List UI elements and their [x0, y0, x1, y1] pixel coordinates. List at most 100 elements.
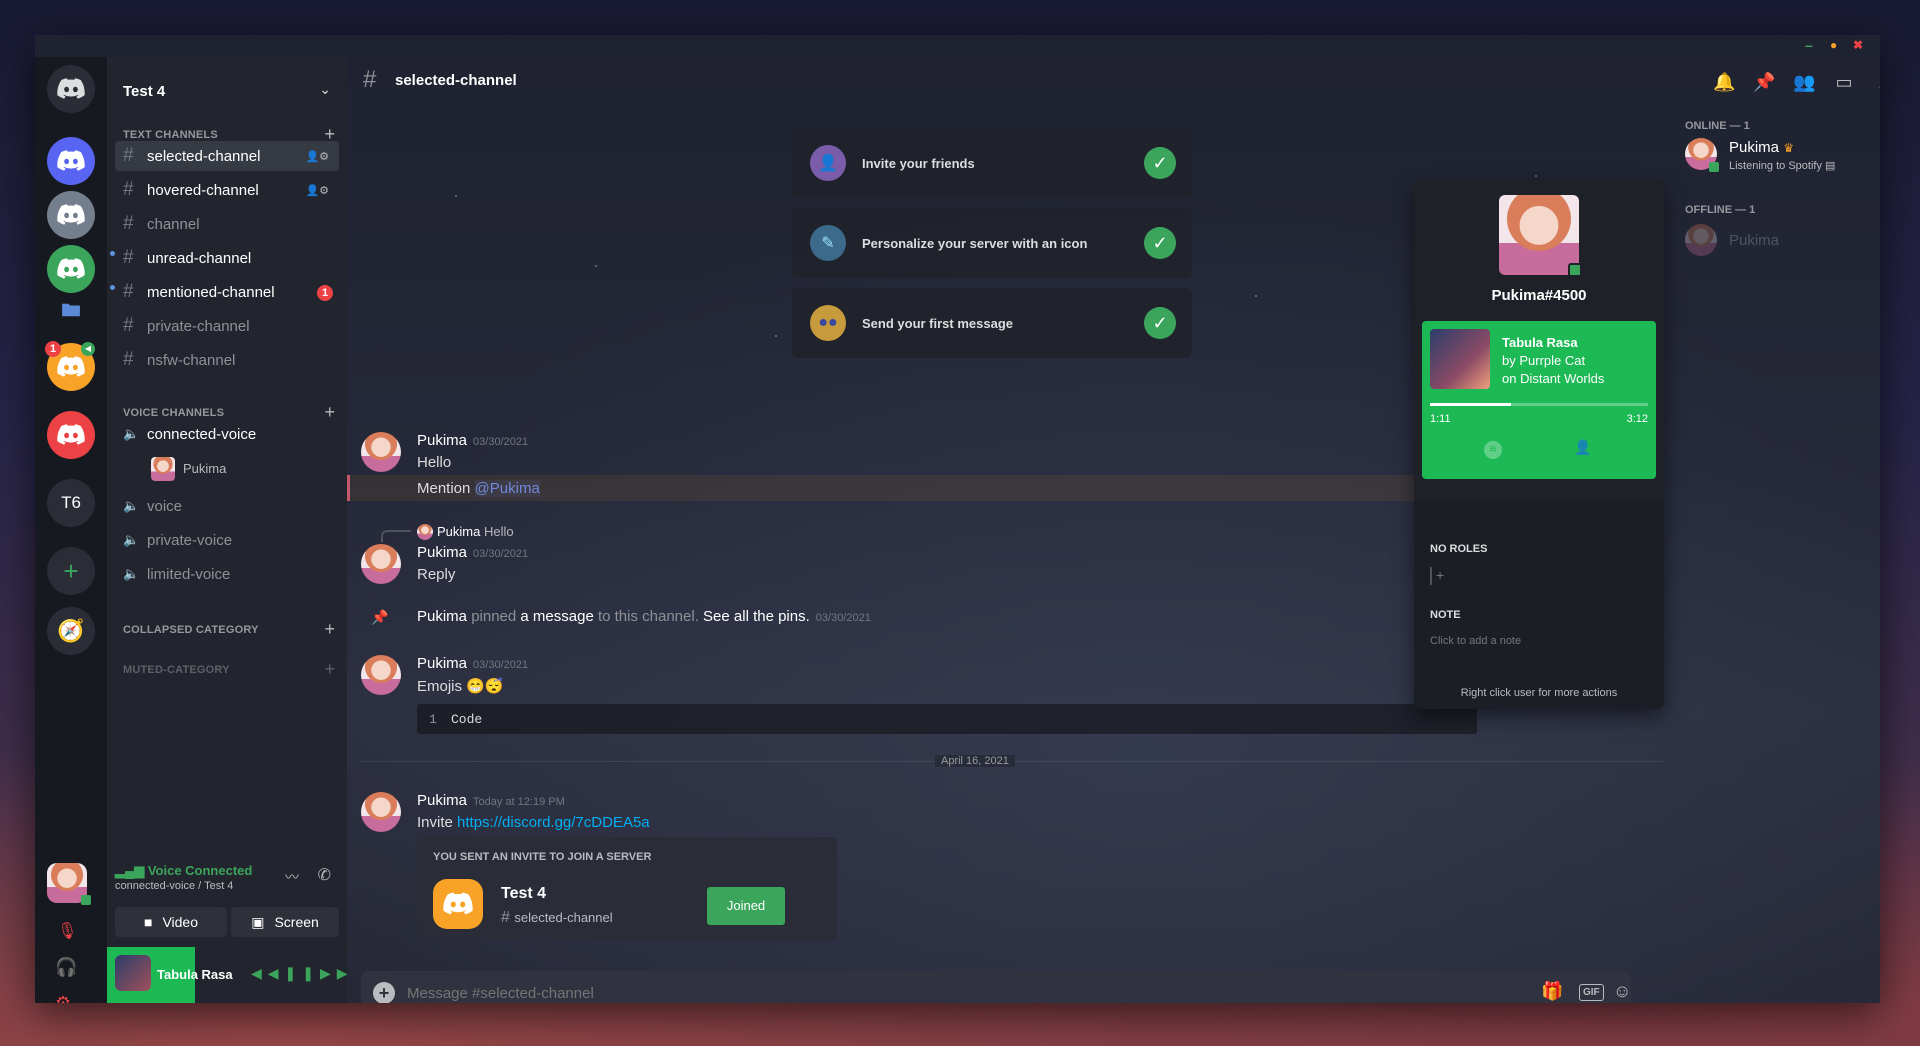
category-text-channels[interactable]: TEXT CHANNELS	[123, 129, 218, 141]
avatar[interactable]	[361, 544, 401, 584]
invite-server-icon[interactable]	[433, 879, 483, 929]
member-avatar[interactable]	[1685, 224, 1717, 256]
hash-icon: #	[123, 213, 134, 234]
message-author[interactable]: Pukima 03/30/2021	[417, 544, 528, 561]
explore-servers-button[interactable]: 🧭	[47, 607, 95, 655]
server-icon-1[interactable]	[47, 137, 95, 185]
voice-user-name[interactable]: Pukima	[183, 461, 226, 476]
category-muted[interactable]: MUTED-CATEGORY	[123, 664, 230, 676]
discord-logo-icon	[57, 258, 85, 279]
microphone-icon[interactable]: 🎙	[57, 921, 77, 941]
invite-settings-icons[interactable]: 👤⚙	[305, 184, 329, 197]
welcome-card-personalize[interactable]: ✎ Personalize your server with an icon ✓	[792, 208, 1192, 278]
spotify-elapsed: 1:11	[1430, 413, 1451, 425]
mention-badge: 1	[317, 285, 333, 301]
headphones-icon[interactable]: 🎧	[55, 957, 77, 978]
status-indicator	[81, 895, 91, 905]
spotify-track[interactable]: Tabula Rasa	[1502, 335, 1578, 350]
category-voice-channels[interactable]: VOICE CHANNELS	[123, 407, 224, 419]
close-button[interactable]: ✖	[1853, 38, 1863, 52]
bell-icon[interactable]: 🔔	[1713, 71, 1735, 93]
avatar[interactable]	[361, 432, 401, 472]
paintbrush-icon: ✎	[810, 225, 846, 261]
welcome-card-message[interactable]: ●● Send your first message ✓	[792, 288, 1192, 358]
grinning-emoji-icon[interactable]: 😁	[466, 678, 485, 695]
noise-suppression-icon[interactable]: 〰	[285, 867, 299, 887]
user-mention[interactable]: @Pukima	[474, 480, 540, 497]
disconnect-call-icon[interactable]: ✆	[318, 865, 331, 885]
channel-nsfw[interactable]: # nsfw-channel	[123, 345, 333, 375]
attach-plus-icon[interactable]: +	[373, 982, 395, 1003]
voice-connected-subtitle[interactable]: connected-voice / Test 4	[115, 880, 233, 892]
signal-icon: ▂▄▆	[115, 863, 148, 878]
add-channel-plus-icon[interactable]: +	[324, 660, 335, 678]
member-name[interactable]: Pukima ♛	[1729, 139, 1794, 156]
message-input[interactable]	[407, 971, 1487, 1003]
server-icon-2[interactable]	[47, 191, 95, 239]
server-folder[interactable]	[59, 301, 83, 319]
server-icon-t6[interactable]: T6	[47, 479, 95, 527]
message-author[interactable]: Pukima 03/30/2021	[417, 655, 528, 672]
settings-gear-icon[interactable]: ⚙	[55, 993, 71, 1003]
spotify-album[interactable]: on Distant Worlds	[1502, 371, 1604, 386]
server-icon-3[interactable]	[47, 245, 95, 293]
server-icon-5[interactable]	[47, 411, 95, 459]
welcome-card-invite[interactable]: 👤 Invite your friends ✓	[792, 128, 1192, 198]
channel-selected[interactable]: # selected-channel 👤⚙	[115, 141, 339, 171]
message-author[interactable]: Pukima Today at 12:19 PM	[417, 792, 565, 809]
screen-share-button[interactable]: ▣ Screen	[231, 907, 339, 937]
voice-channel-private[interactable]: 🔈 private-voice	[123, 525, 333, 555]
voice-channel[interactable]: 🔈 voice	[123, 491, 333, 521]
home-button[interactable]	[47, 65, 95, 113]
invite-link[interactable]: https://discord.gg/7cDDEA5a	[457, 814, 650, 831]
message-text: Emojis 😁😴	[417, 678, 504, 695]
category-collapsed[interactable]: COLLAPSED CATEGORY	[123, 624, 259, 636]
spotify-artist[interactable]: by Purrple Cat	[1502, 353, 1585, 368]
reply-preview[interactable]: Pukima Hello	[437, 524, 514, 539]
gift-icon[interactable]: 🎁	[1541, 981, 1563, 1002]
spotify-icon[interactable]: ≋	[1484, 441, 1502, 459]
profile-avatar[interactable]	[1499, 195, 1579, 275]
reply-avatar	[417, 524, 433, 540]
add-role-plus-icon[interactable]: +	[1436, 567, 1444, 583]
invite-server-name[interactable]: Test 4	[501, 885, 546, 903]
previous-track-icon[interactable]: ◀◀	[251, 965, 285, 981]
voice-channel-connected[interactable]: 🔈 connected-voice	[123, 419, 333, 449]
note-input[interactable]: Click to add a note	[1430, 635, 1521, 647]
avatar[interactable]	[361, 655, 401, 695]
pin-icon[interactable]: 📌	[1753, 71, 1775, 93]
listen-along-icon[interactable]: 👤	[1574, 439, 1591, 456]
inbox-icon[interactable]: ▭	[1833, 71, 1855, 93]
album-art[interactable]	[115, 955, 151, 991]
gif-button[interactable]: GIF	[1579, 984, 1604, 1001]
add-channel-plus-icon[interactable]: +	[324, 620, 335, 638]
maximize-button[interactable]: ●	[1830, 38, 1837, 52]
channel-private[interactable]: # private-channel	[123, 311, 333, 341]
members-icon[interactable]: 👥	[1793, 71, 1815, 93]
pause-icon[interactable]: ❚❚	[285, 965, 320, 981]
compass-icon: 🧭	[57, 618, 85, 643]
video-button[interactable]: ■ Video	[115, 907, 227, 937]
server-mention-badge: 1	[45, 341, 61, 357]
joined-button[interactable]: Joined	[707, 887, 785, 925]
avatar[interactable]	[361, 792, 401, 832]
sleepy-emoji-icon[interactable]: 😴	[485, 678, 504, 695]
member-name-offline[interactable]: Pukima	[1729, 232, 1779, 249]
channel-hovered[interactable]: # hovered-channel 👤⚙	[115, 175, 339, 205]
add-channel-plus-icon[interactable]: +	[324, 125, 335, 143]
search-icon[interactable]: ⌕	[1873, 71, 1880, 93]
add-server-button[interactable]: +	[47, 547, 95, 595]
channel-plain[interactable]: # channel	[123, 209, 333, 239]
guild-name[interactable]: Test 4	[123, 83, 165, 100]
profile-username[interactable]: Pukima#4500	[1414, 287, 1664, 304]
emoji-picker-icon[interactable]: ☺	[1613, 981, 1631, 1002]
invite-settings-icons[interactable]: 👤⚙	[305, 150, 329, 163]
channel-unread[interactable]: # unread-channel	[123, 243, 333, 273]
message-author[interactable]: Pukima 03/30/2021	[417, 432, 528, 449]
voice-channel-limited[interactable]: 🔈 limited-voice	[123, 559, 333, 589]
minimize-button[interactable]: –	[1805, 38, 1813, 52]
album-art[interactable]	[1430, 329, 1490, 389]
channel-mentioned[interactable]: # mentioned-channel 1	[123, 277, 333, 307]
add-channel-plus-icon[interactable]: +	[324, 403, 335, 421]
chevron-down-icon[interactable]: ⌄	[319, 81, 331, 98]
